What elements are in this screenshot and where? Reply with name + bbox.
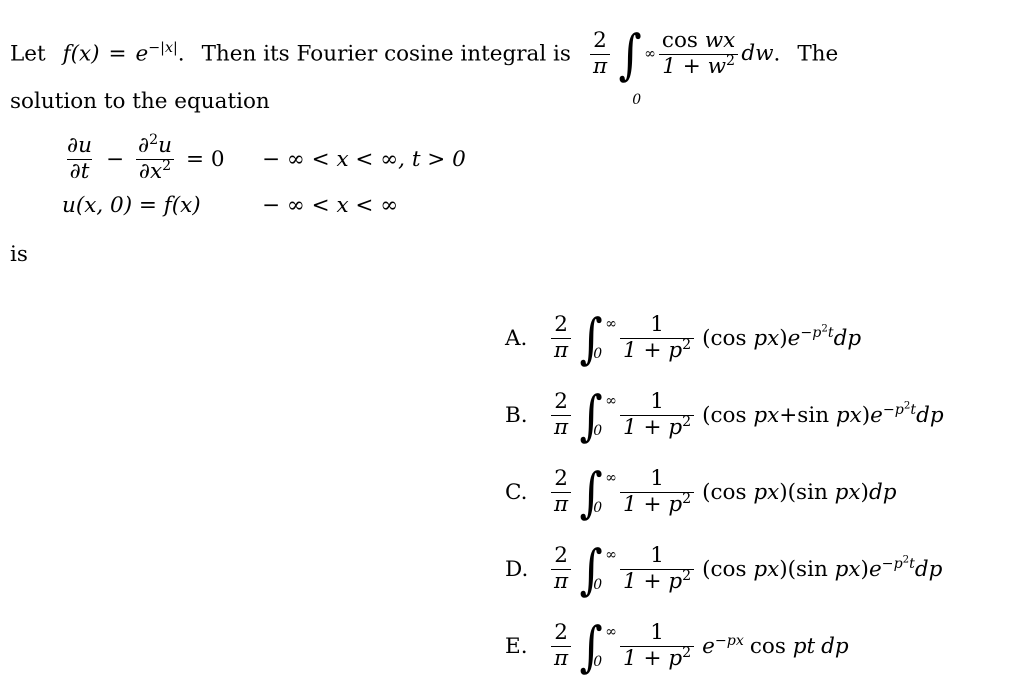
answer-choice-a[interactable]: A. 2π ∫ ∞ 0 11 + p2 (cos px) e−p2t dp xyxy=(505,300,944,377)
function-name: f xyxy=(62,41,71,67)
second-partial-denominator: ∂x2 xyxy=(135,158,175,184)
choice-a-kernel-fraction: 11 + p2 xyxy=(619,313,695,363)
cosine-integral-differential: dw xyxy=(741,41,774,67)
period-after-function: . xyxy=(177,41,185,67)
choice-a-exponential: e−p2t xyxy=(787,323,834,351)
exponential-base: e xyxy=(135,41,149,67)
choice-c-kernel-fraction: 11 + p2 xyxy=(619,467,695,517)
equals-sign: = xyxy=(108,41,127,67)
integral-upper-limit: ∞ xyxy=(605,623,617,640)
integral-upper-limit: ∞ xyxy=(605,315,617,332)
choice-e-kernel-fraction: 11 + p2 xyxy=(619,621,695,671)
integral-upper-limit: ∞ xyxy=(605,392,617,409)
integral-lower-limit: 0 xyxy=(593,499,603,516)
choice-expression-e: 2π ∫ ∞ 0 11 + p2 e−px cos pt dp xyxy=(549,619,849,674)
choice-d-exponential: e−p2t xyxy=(868,554,915,582)
choice-expression-a: 2π ∫ ∞ 0 11 + p2 (cos px) e−p2t dp xyxy=(549,311,862,366)
choice-b-differential: dp xyxy=(916,403,944,428)
choice-a-trig-group: (cos px) xyxy=(702,326,788,351)
choice-d-coefficient: 2π xyxy=(551,544,572,594)
problem-statement-line-1: Let f(x) = e−|x|. Then its Fourier cosine in… xyxy=(10,22,1014,109)
integrand-denominator: 1 + w2 xyxy=(659,54,738,79)
integral-lower-limit: 0 xyxy=(593,576,603,593)
second-partial-numerator: ∂2u xyxy=(137,131,172,158)
choice-label-c: C. xyxy=(505,480,528,505)
pde-equation-row: ∂u ∂t − ∂2u ∂x2 = 0 − ∞ < x < ∞, t > 0 xyxy=(62,131,466,184)
integral-upper-limit: ∞ xyxy=(605,469,617,486)
choice-e-trig-term: cos pt xyxy=(749,634,816,659)
choice-b-coefficient: 2π xyxy=(551,390,572,440)
choice-c-integral-sign: ∫ ∞ 0 xyxy=(577,465,617,520)
choice-a-integral-sign: ∫ ∞ 0 xyxy=(577,311,617,366)
choice-e-coefficient: 2π xyxy=(551,621,572,671)
choice-d-trig-group-1: (cos px) xyxy=(702,557,788,582)
integral-lower-limit: 0 xyxy=(593,653,603,670)
choice-a-coefficient: 2π xyxy=(551,313,572,363)
choice-c-trig-group-2: (sin px) xyxy=(787,480,869,505)
choice-b-integral-sign: ∫ ∞ 0 xyxy=(577,388,617,443)
second-partial-u-partial-x: ∂2u ∂x2 xyxy=(135,131,175,184)
choice-b-exponential: e−p2t xyxy=(870,400,917,428)
minus-sign: − xyxy=(105,146,124,172)
answer-choice-d[interactable]: D. 2π ∫ ∞ 0 11 + p2 (cos px) (sin px) e−p2… xyxy=(505,531,944,608)
choice-a-differential: dp xyxy=(833,326,862,351)
answer-choice-list: A. 2π ∫ ∞ 0 11 + p2 (cos px) e−p2t dp B. 2… xyxy=(505,300,944,685)
answer-choice-e[interactable]: E. 2π ∫ ∞ 0 11 + p2 e−px cos pt dp xyxy=(505,608,944,685)
pde-domain-condition-2: − ∞ < x < ∞ xyxy=(262,192,399,218)
integral-lower-limit: 0 xyxy=(593,422,603,439)
choice-c-trig-group-1: (cos px) xyxy=(702,480,788,505)
problem-statement: Let f(x) = e−|x|. Then its Fourier cosine in… xyxy=(10,22,1014,125)
choice-b-kernel-fraction: 11 + p2 xyxy=(619,390,695,440)
cosine-integral-integrand: cos wx 1 + w2 xyxy=(659,28,738,79)
integral-limits: ∞ 0 xyxy=(632,31,656,108)
integral-lower-limit: 0 xyxy=(593,345,603,362)
choice-label-a: A. xyxy=(505,326,528,351)
integral-lower-limit: 0 xyxy=(632,92,642,109)
choice-e-exponential: e−px xyxy=(702,632,744,659)
integral-limits: ∞ 0 xyxy=(593,469,617,516)
period-after-integral: . xyxy=(773,41,781,67)
integral-upper-limit: ∞ xyxy=(644,46,656,63)
choice-expression-b: 2π ∫ ∞ 0 11 + p2 (cos px+sin px) e−p2t dp xyxy=(549,388,944,443)
choice-d-integral-sign: ∫ ∞ 0 xyxy=(577,542,617,597)
is-connector-word: is xyxy=(10,242,28,267)
intro-sentence-middle: Then its Fourier cosine integral is xyxy=(201,41,571,67)
choice-label-e: E. xyxy=(505,634,528,659)
problem-statement-line-2: solution to the equation xyxy=(10,88,270,114)
choice-b-trig-group: (cos px+sin px) xyxy=(702,403,871,428)
choice-c-differential: dp xyxy=(868,480,897,505)
choice-label-b: B. xyxy=(505,403,528,428)
choice-e-differential: dp xyxy=(821,634,849,659)
integrand-numerator: cos wx xyxy=(661,28,736,53)
answer-choice-c[interactable]: C. 2π ∫ ∞ 0 11 + p2 (cos px) (sin px) dp xyxy=(505,454,944,531)
answer-choice-b[interactable]: B. 2π ∫ ∞ 0 11 + p2 (cos px+sin px) e−p2t … xyxy=(505,377,944,454)
pde-system: ∂u ∂t − ∂2u ∂x2 = 0 − ∞ < x < ∞, t > 0 u… xyxy=(62,131,466,228)
pde-equals-zero: = 0 xyxy=(186,146,225,172)
integral-upper-limit: ∞ xyxy=(605,546,617,563)
choice-e-integral-sign: ∫ ∞ 0 xyxy=(577,619,617,674)
exponential-exponent: −|x| xyxy=(148,40,178,57)
integral-glyph: ∫ xyxy=(618,22,642,86)
integral-limits: ∞ 0 xyxy=(593,623,617,670)
pde-domain-condition-1: − ∞ < x < ∞, t > 0 xyxy=(262,146,466,172)
intro-sentence-end: The xyxy=(797,41,839,67)
choice-d-kernel-fraction: 11 + p2 xyxy=(619,544,695,594)
cosine-integral-sign: ∫ ∞ 0 xyxy=(616,22,656,109)
choice-label-d: D. xyxy=(505,557,529,582)
function-argument: (x) xyxy=(70,41,100,67)
choice-d-trig-group-2: (sin px) xyxy=(787,557,869,582)
choice-expression-c: 2π ∫ ∞ 0 11 + p2 (cos px) (sin px) dp xyxy=(549,465,897,520)
choice-d-differential: dp xyxy=(914,557,943,582)
choice-c-coefficient: 2π xyxy=(551,467,572,517)
partial-u-partial-t: ∂u ∂t xyxy=(66,132,93,184)
integral-limits: ∞ 0 xyxy=(593,315,617,362)
initial-condition-lhs: u(x, 0) = f(x) xyxy=(62,192,201,218)
cosine-integral-coefficient: 2π xyxy=(589,29,611,79)
integral-limits: ∞ 0 xyxy=(593,392,617,439)
initial-condition-row: u(x, 0) = f(x) − ∞ < x < ∞ xyxy=(62,182,466,228)
choice-expression-d: 2π ∫ ∞ 0 11 + p2 (cos px) (sin px) e−p2t d… xyxy=(549,542,943,597)
pde-equation-lhs: ∂u ∂t − ∂2u ∂x2 = 0 xyxy=(62,131,262,184)
integral-limits: ∞ 0 xyxy=(593,546,617,593)
intro-lead-word: Let xyxy=(10,41,46,67)
